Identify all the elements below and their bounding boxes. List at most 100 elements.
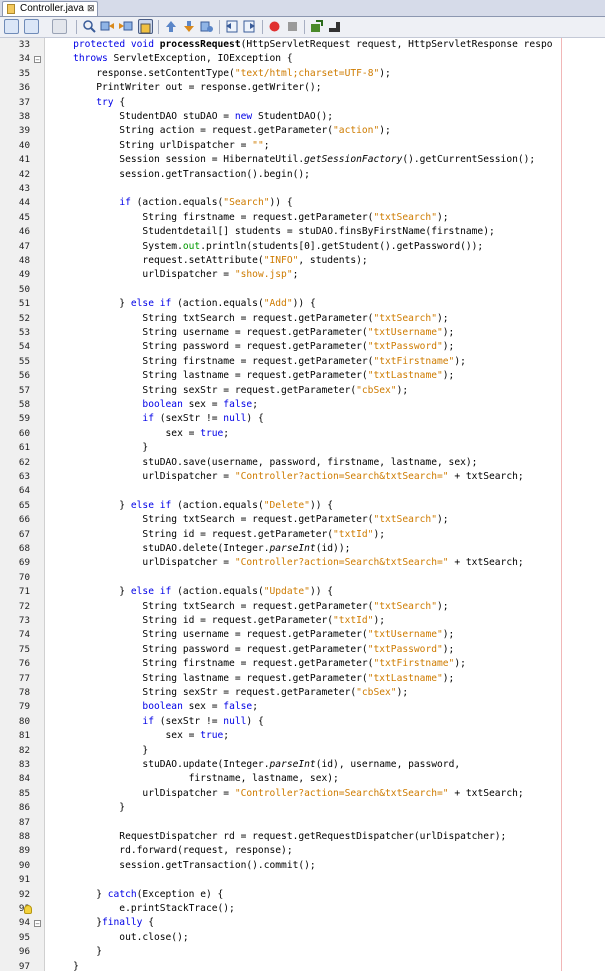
code-token: stuDAO.delete(Integer.	[50, 543, 270, 554]
shift-left-icon[interactable]	[224, 19, 239, 34]
code-token: String action = request.getParameter(	[50, 125, 334, 137]
code-line[interactable]: }	[50, 441, 148, 455]
code-token: (id));	[315, 543, 351, 554]
line-number: 55	[18, 355, 30, 367]
code-line[interactable]: String action = request.getParameter("ac…	[50, 124, 391, 138]
code-line[interactable]: e.printStackTrace();	[50, 902, 235, 916]
code-line[interactable]: String id = request.getParameter("txtId"…	[50, 614, 385, 628]
code-line[interactable]: urlDispatcher = "show.jsp";	[50, 268, 298, 282]
code-line[interactable]: urlDispatcher = "Controller?action=Searc…	[50, 556, 523, 570]
line-number: 83	[18, 759, 30, 770]
code-line[interactable]: rd.forward(request, response);	[50, 844, 292, 858]
code-line[interactable]: stuDAO.delete(Integer.parseInt(id));	[50, 542, 350, 556]
code-editor[interactable]: protected void processRequest(HttpServle…	[46, 38, 605, 971]
find-next-icon[interactable]	[118, 19, 133, 34]
code-line[interactable]: if (sexStr != null) {	[50, 715, 263, 729]
code-line[interactable]: String txtSearch = request.getParameter(…	[50, 513, 448, 527]
shift-right-icon[interactable]	[242, 19, 257, 34]
code-line[interactable]: String id = request.getParameter("txtId"…	[50, 528, 385, 542]
code-line[interactable]: out.close();	[50, 931, 188, 945]
close-icon[interactable]: ⊠	[87, 3, 95, 14]
code-line[interactable]: PrintWriter out = response.getWriter();	[50, 81, 321, 95]
find-previous-icon[interactable]	[100, 19, 115, 34]
code-line[interactable]: response.setContentType("text/html;chars…	[50, 67, 391, 81]
stop-macro-icon[interactable]	[285, 19, 300, 34]
code-line[interactable]: String password = request.getParameter("…	[50, 643, 454, 657]
code-token: sex =	[50, 427, 201, 439]
code-line[interactable]: String lastname = request.getParameter("…	[50, 672, 454, 686]
code-line[interactable]: }finally {	[50, 916, 154, 930]
code-line[interactable]: String username = request.getParameter("…	[50, 628, 454, 642]
code-line[interactable]: StudentDAO stuDAO = new StudentDAO();	[50, 110, 333, 124]
code-line[interactable]: String sexStr = request.getParameter("cb…	[50, 384, 408, 398]
find-icon[interactable]	[82, 19, 97, 34]
code-line[interactable]: String firstname = request.getParameter(…	[50, 355, 465, 369]
code-line[interactable]: protected void processRequest(HttpServle…	[50, 38, 552, 52]
code-token: "Update"	[263, 586, 310, 598]
code-line[interactable]: String txtSearch = request.getParameter(…	[50, 312, 449, 326]
code-line[interactable]: String firstname = request.getParameter(…	[50, 657, 465, 671]
code-line[interactable]: if (action.equals("Search")) {	[50, 196, 292, 210]
code-line[interactable]: session.getTransaction().begin();	[50, 168, 310, 182]
code-line[interactable]: boolean sex = false;	[50, 398, 258, 412]
code-token: (Exception e) {	[136, 888, 224, 900]
run-icon[interactable]	[309, 19, 324, 34]
toggle-highlight-icon[interactable]	[138, 19, 153, 34]
previous-bookmark-icon[interactable]	[163, 19, 178, 34]
code-line[interactable]: stuDAO.save(username, password, firstnam…	[50, 456, 477, 470]
diff-icon[interactable]	[327, 19, 342, 34]
record-macro-icon[interactable]	[267, 19, 282, 34]
toolbar-separator	[219, 20, 220, 34]
forward-icon[interactable]	[52, 19, 67, 34]
tab-controller-java[interactable]: Controller.java ⊠	[2, 1, 98, 16]
code-token: .println(students[0].getStudent().getPas…	[200, 240, 484, 252]
code-line[interactable]: urlDispatcher = "Controller?action=Searc…	[50, 787, 523, 801]
code-line[interactable]: String lastname = request.getParameter("…	[50, 369, 454, 383]
code-line[interactable]: Studentdetail[] students = stuDAO.finsBy…	[50, 225, 494, 239]
code-line[interactable]: request.setAttribute("INFO", students);	[50, 254, 367, 268]
code-line[interactable]: urlDispatcher = "Controller?action=Searc…	[50, 470, 523, 484]
code-line[interactable]: } else if (action.equals("Add")) {	[50, 297, 315, 311]
code-line[interactable]: String firstname = request.getParameter(…	[50, 211, 448, 225]
code-token: StudentDAO stuDAO =	[50, 111, 235, 122]
code-line[interactable]: String sexStr = request.getParameter("cb…	[50, 686, 408, 700]
toggle-bookmark-icon[interactable]	[199, 19, 214, 34]
code-line[interactable]: } else if (action.equals("Delete")) {	[50, 499, 333, 513]
code-line[interactable]: stuDAO.update(Integer.parseInt(id), user…	[50, 758, 460, 772]
code-token: String password = request.getParameter(	[50, 643, 368, 655]
lightbulb-hint-icon[interactable]	[24, 904, 32, 914]
code-line[interactable]: }	[50, 801, 125, 815]
code-line[interactable]: String username = request.getParameter("…	[50, 326, 454, 340]
next-bookmark-icon[interactable]	[181, 19, 196, 34]
code-line[interactable]: throws ServletException, IOException {	[50, 52, 293, 66]
code-token: processRequest	[159, 39, 241, 50]
back-icon[interactable]	[4, 19, 19, 34]
code-line[interactable]: }	[50, 960, 79, 971]
fold-toggle-icon[interactable]: −	[34, 919, 41, 927]
code-token: urlDispatcher =	[50, 557, 235, 569]
code-line[interactable]: sex = true;	[50, 427, 230, 441]
code-line[interactable]: firstname, lastname, sex);	[50, 772, 339, 786]
code-token: );	[442, 643, 455, 655]
code-line[interactable]: System.out.println(students[0].getStuden…	[50, 240, 483, 254]
code-line[interactable]: session.getTransaction().commit();	[50, 859, 315, 873]
code-line[interactable]: String urlDispatcher = "";	[50, 139, 269, 153]
code-line[interactable]: boolean sex = false;	[50, 700, 258, 714]
code-token: String urlDispatcher =	[50, 139, 253, 151]
fold-toggle-icon[interactable]: −	[34, 55, 41, 63]
code-line[interactable]: } else if (action.equals("Update")) {	[50, 585, 333, 599]
code-line[interactable]: } catch(Exception e) {	[50, 888, 223, 902]
code-line[interactable]: RequestDispatcher rd = request.getReques…	[50, 830, 506, 844]
code-line[interactable]: }	[50, 744, 148, 758]
line-number: 50	[18, 283, 30, 295]
code-token: );	[437, 312, 449, 324]
code-line[interactable]: }	[50, 945, 102, 959]
code-line[interactable]: String txtSearch = request.getParameter(…	[50, 600, 448, 614]
history-icon[interactable]	[24, 19, 39, 34]
code-line[interactable]: String password = request.getParameter("…	[50, 340, 454, 354]
code-line[interactable]: try {	[50, 96, 125, 110]
code-line[interactable]: if (sexStr != null) {	[50, 412, 263, 426]
code-line[interactable]: Session session = HibernateUtil.getSessi…	[50, 153, 535, 167]
code-line[interactable]: sex = true;	[50, 729, 230, 743]
